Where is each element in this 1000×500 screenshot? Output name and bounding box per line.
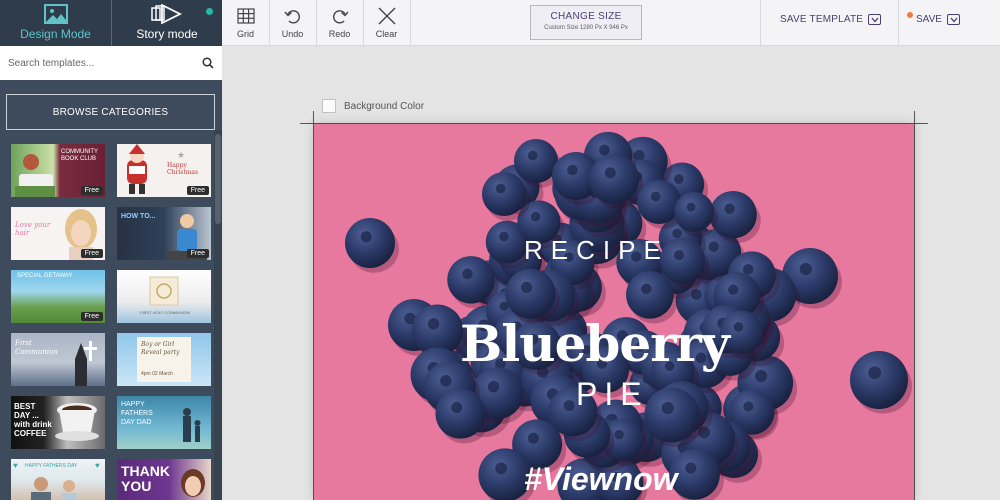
template-thumbnail[interactable]: THANK YOU: [117, 459, 211, 500]
grid-button[interactable]: Grid: [222, 0, 269, 46]
grid-icon: [237, 8, 255, 24]
template-thumbnail[interactable]: ♥ ♥ HAPPY FATHERS DAY: [11, 459, 105, 500]
mode-switcher: Design Mode Story mode: [0, 0, 222, 46]
template-thumbnail[interactable]: BEST DAY ... with drink COFFEE: [11, 396, 105, 449]
left-sidebar: Design Mode Story mode BROWSE CATEGORIES: [0, 0, 222, 500]
design-mode-tab[interactable]: Design Mode: [0, 0, 111, 46]
image-icon: [43, 4, 68, 24]
change-size-title: CHANGE SIZE: [550, 11, 622, 22]
thumbnail-title: THANK YOU: [121, 463, 170, 494]
clear-label: Clear: [375, 29, 398, 39]
template-grid: COMMUNITY BOOK CLUB Free ★ Happy Christm…: [11, 144, 211, 500]
heart-icon: ♥: [95, 461, 100, 470]
template-thumbnail[interactable]: HAPPY FATHERS DAY DAD: [117, 396, 211, 449]
custom-size-readout: Custom Size 1280 Px X 946 Px: [544, 25, 628, 31]
undo-icon: [284, 10, 300, 24]
free-badge: Free: [80, 249, 103, 258]
chevron-down-icon: [950, 17, 958, 23]
search-icon[interactable]: [202, 57, 214, 69]
blueberries-photo: [345, 131, 912, 500]
save-label: SAVE: [916, 14, 942, 25]
template-thumbnail[interactable]: Boy or Girl Reveal party 4pm 02 March: [117, 333, 211, 386]
free-badge: Free: [80, 312, 103, 321]
template-thumbnail[interactable]: ★ Happy Christmas Free: [117, 144, 211, 197]
undo-label: Undo: [281, 29, 304, 39]
free-badge: Free: [80, 186, 103, 195]
thumbnail-title: HAPPY FATHERS DAY DAD: [121, 401, 153, 426]
thumbnail-title: BEST DAY ... with drink COFFEE: [14, 402, 52, 438]
thumbnail-title: HOW TO...: [121, 213, 156, 220]
thumbnail-subtitle: 4pm 02 March: [141, 371, 173, 377]
toolbar-divider: [898, 0, 899, 46]
thumbnail-title: First Communion: [15, 339, 58, 356]
canvas-guide-right: [914, 111, 915, 500]
template-thumbnail[interactable]: Love your hair Free: [11, 207, 105, 260]
free-badge: Free: [186, 186, 209, 195]
design-artboard[interactable]: RECIPE Blueberry PIE #Viewnow: [314, 124, 914, 500]
change-size-button[interactable]: CHANGE SIZE Custom Size 1280 Px X 946 Px: [530, 5, 642, 40]
communion-emblem-icon: [149, 276, 179, 306]
recipe-text[interactable]: RECIPE: [524, 235, 669, 266]
clear-button[interactable]: Clear: [363, 0, 410, 46]
undo-button[interactable]: Undo: [269, 0, 316, 46]
template-thumbnail[interactable]: FIRST HOLY COMMUNION: [117, 270, 211, 323]
coffee-cup-image: [55, 403, 99, 441]
viewnow-hashtag-text[interactable]: #Viewnow: [524, 461, 678, 498]
play-film-icon: [151, 4, 183, 24]
thumbnail-title: HAPPY FATHERS DAY: [25, 463, 78, 469]
story-mode-label: Story mode: [136, 27, 198, 41]
template-thumbnail[interactable]: SPECIAL GETAWAY Free: [11, 270, 105, 323]
redo-button[interactable]: Redo: [316, 0, 363, 46]
save-template-label: SAVE TEMPLATE: [780, 14, 864, 25]
close-icon: [378, 7, 396, 25]
background-color-checkbox[interactable]: [322, 99, 336, 113]
background-color-label: Background Color: [344, 100, 425, 112]
smiling-girl-image: [181, 469, 205, 497]
family-photo-image: [31, 477, 77, 500]
unsaved-indicator-dot: [907, 12, 913, 18]
heart-icon: ♥: [13, 461, 18, 470]
scrollbar-thumb[interactable]: [215, 134, 221, 224]
save-template-dropdown[interactable]: [868, 14, 882, 25]
thumbnail-title: SPECIAL GETAWAY: [17, 273, 73, 279]
redo-label: Redo: [328, 29, 351, 39]
redo-icon: [333, 10, 349, 24]
save-dropdown[interactable]: [946, 14, 960, 25]
thumbnail-title: Love your hair: [15, 221, 51, 237]
sidebar-scrollbar[interactable]: [214, 130, 222, 500]
pie-text[interactable]: PIE: [576, 376, 649, 413]
save-button[interactable]: SAVE: [916, 14, 960, 25]
santa-image: [127, 144, 147, 194]
top-toolbar: Grid Undo Redo Clear CHANGE SIZE Custom …: [222, 0, 1000, 46]
template-thumbnail[interactable]: First Communion: [11, 333, 105, 386]
save-template-button[interactable]: SAVE TEMPLATE: [780, 14, 882, 25]
toolbar-divider: [760, 0, 761, 46]
search-input[interactable]: [8, 57, 202, 69]
story-mode-tab[interactable]: Story mode: [111, 0, 222, 46]
star-icon: ★: [177, 150, 186, 160]
notification-dot: [206, 8, 213, 15]
design-mode-label: Design Mode: [20, 27, 91, 41]
background-color-toggle[interactable]: Background Color: [322, 99, 424, 113]
reading-child-image: [15, 154, 55, 197]
browse-categories-button[interactable]: BROWSE CATEGORIES: [6, 94, 215, 130]
chevron-down-icon: [871, 17, 879, 23]
blueberry-title-text[interactable]: Blueberry: [460, 314, 730, 373]
toolbar-divider: [410, 0, 411, 46]
church-silhouette-icon: [75, 341, 97, 386]
father-child-beach-image: [183, 408, 201, 442]
thumbnail-title: FIRST HOLY COMMUNION: [140, 310, 190, 315]
free-badge: Free: [186, 249, 209, 258]
thumbnail-title: Boy or Girl Reveal party: [141, 341, 180, 356]
thumbnail-title: Happy Christmas: [167, 162, 199, 176]
template-search: [0, 46, 222, 80]
grid-label: Grid: [236, 29, 254, 39]
template-thumbnail[interactable]: HOW TO... Free: [117, 207, 211, 260]
template-thumbnail[interactable]: COMMUNITY BOOK CLUB Free: [11, 144, 105, 197]
thumbnail-title: COMMUNITY BOOK CLUB: [61, 149, 98, 162]
